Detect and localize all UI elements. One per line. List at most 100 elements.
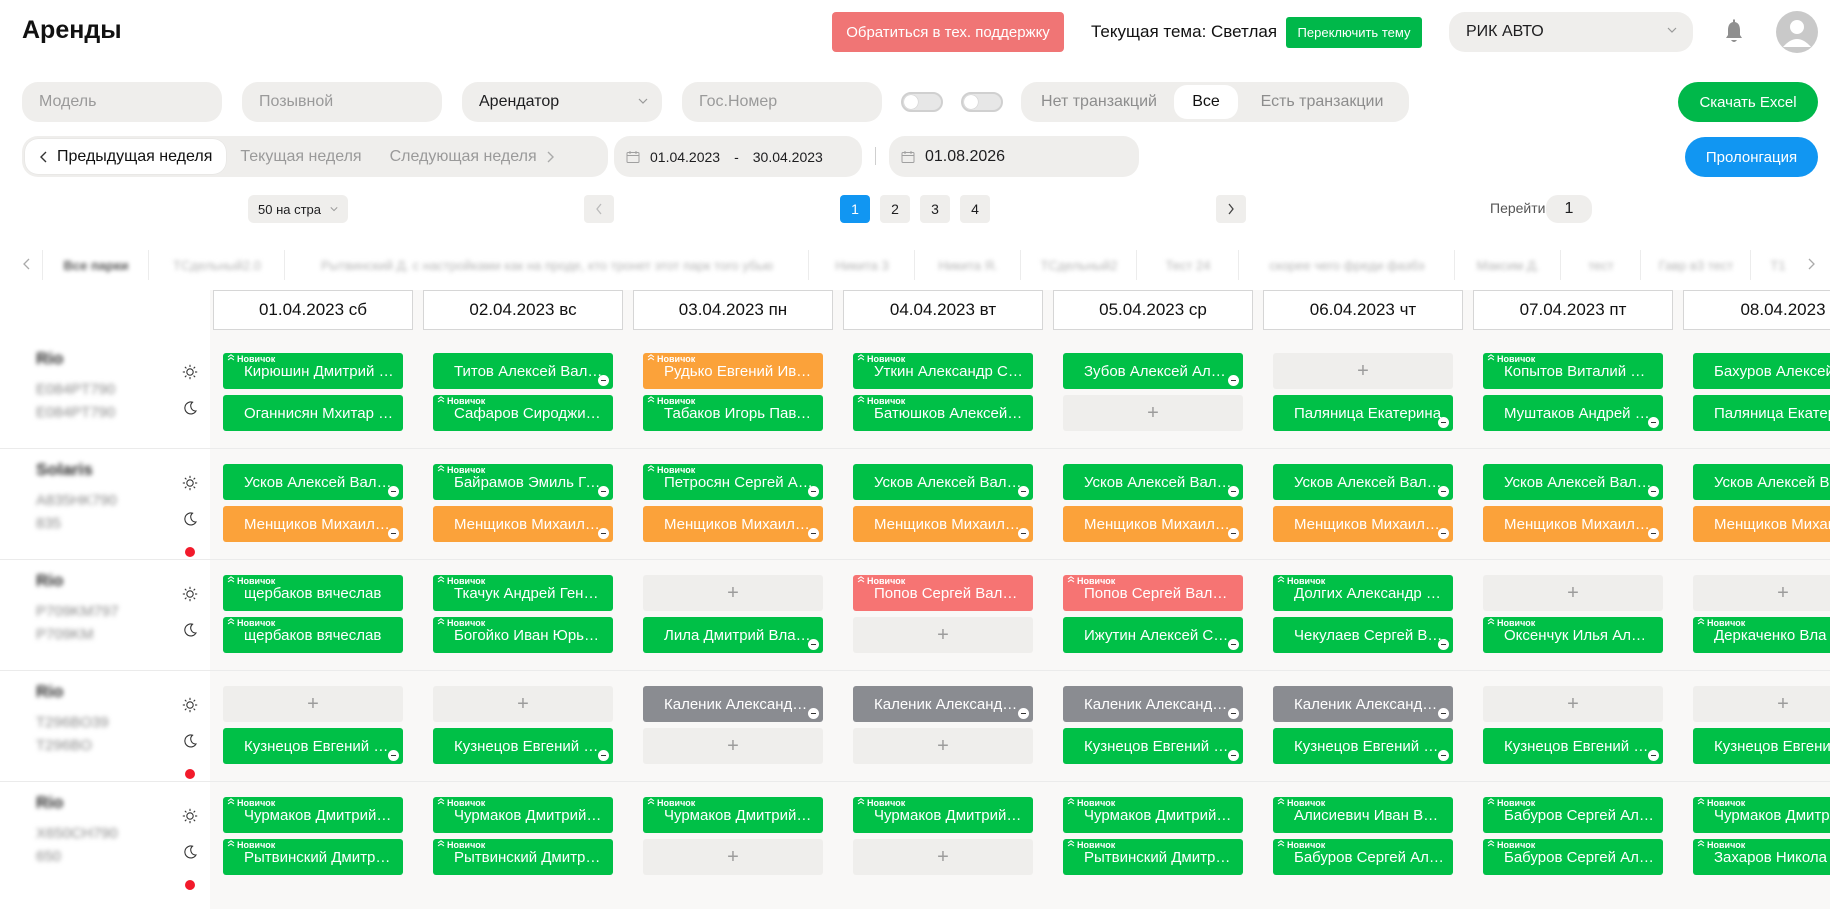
rental-cell[interactable]: Менщиков Михаил Сергеевич <box>1063 506 1243 542</box>
car-info[interactable]: Rio E084PT790 E084PT790 <box>36 349 176 421</box>
park-tab[interactable]: ТСдельный2 <box>1024 242 1134 288</box>
prev-page-button[interactable] <box>584 195 614 223</box>
add-rental-button[interactable]: + <box>853 839 1033 875</box>
rental-cell[interactable]: Оганнисян Мхитар Арменович <box>223 395 403 431</box>
next-page-button[interactable] <box>1216 195 1246 223</box>
park-tab[interactable]: Никита 3 <box>812 242 912 288</box>
minus-circle-icon[interactable] <box>1018 528 1029 539</box>
rental-cell[interactable]: Менщиков Михаил Сергеевич <box>643 506 823 542</box>
rental-cell[interactable]: Кузнецов Евгений Олегович <box>1483 728 1663 764</box>
rental-cell[interactable]: Усков Алексей Валерьевич <box>1273 464 1453 500</box>
rental-cell[interactable]: Каленик Александр Петрович <box>643 686 823 722</box>
prev-week-tab[interactable]: Предыдущая неделя <box>25 139 227 174</box>
rental-cell[interactable]: Кузнецов Евгений Олегович <box>433 728 613 764</box>
toggle-switch-2[interactable] <box>961 92 1003 112</box>
rental-cell[interactable]: Чекулаев Сергей Викторович <box>1273 617 1453 653</box>
add-rental-button[interactable]: + <box>1693 575 1830 611</box>
rental-cell[interactable]: НовичокКирюшин Дмитрий Александрович <box>223 353 403 389</box>
rental-cell[interactable]: Кузнецов Евгений Олегович <box>223 728 403 764</box>
rental-cell[interactable]: Новичок щербаков вячеслав <box>223 617 403 653</box>
car-info[interactable]: Rio X650CH790 650 <box>36 793 176 865</box>
rental-cell[interactable]: Менщиков Михаил Сергеевич <box>1273 506 1453 542</box>
rental-cell[interactable]: Новичок Богойко Иван Юрьевич <box>433 617 613 653</box>
rental-cell[interactable]: Менщиков Михаил <box>1693 506 1830 542</box>
rental-cell[interactable]: Усков Алексей Валерьевич <box>1483 464 1663 500</box>
add-rental-button[interactable]: + <box>223 686 403 722</box>
download-excel-button[interactable]: Скачать Excel <box>1678 82 1818 122</box>
minus-circle-icon[interactable] <box>598 375 609 386</box>
minus-circle-icon[interactable] <box>1438 528 1449 539</box>
rental-cell[interactable]: Паляница Екатерина <box>1693 395 1830 431</box>
add-rental-button[interactable]: + <box>1063 395 1243 431</box>
park-tab[interactable]: Рытвинский Д. с настройками как на проде… <box>288 242 806 288</box>
bell-icon[interactable] <box>1723 19 1745 45</box>
park-tab[interactable]: скорее чего фреди фазбэ <box>1242 242 1452 288</box>
toggle-switch-1[interactable] <box>901 92 943 112</box>
minus-circle-icon[interactable] <box>1438 708 1449 719</box>
rental-cell[interactable]: Усков Алексей В <box>1693 464 1830 500</box>
rental-cell[interactable]: Кузнецов Евгений <box>1693 728 1830 764</box>
minus-circle-icon[interactable] <box>808 486 819 497</box>
rental-cell[interactable]: Титов Алексей Валерьевич <box>433 353 613 389</box>
rental-cell[interactable]: НовичокОксенчук Илья Алексеевич <box>1483 617 1663 653</box>
add-rental-button[interactable]: + <box>1483 686 1663 722</box>
minus-circle-icon[interactable] <box>1648 486 1659 497</box>
rental-cell[interactable]: НовичокБайрамов Эмиль Гасанович <box>433 464 613 500</box>
per-page-select[interactable]: 50 на стра <box>248 195 348 223</box>
rental-cell[interactable]: НовичокРудько Евгений Иванович <box>643 353 823 389</box>
plate-input[interactable] <box>682 82 882 122</box>
car-info[interactable]: Solaris A835HK790 835 <box>36 460 176 532</box>
minus-circle-icon[interactable] <box>388 486 399 497</box>
park-tab[interactable]: тест <box>1564 242 1638 288</box>
add-rental-button[interactable]: + <box>1273 353 1453 389</box>
minus-circle-icon[interactable] <box>1018 486 1029 497</box>
minus-circle-icon[interactable] <box>598 528 609 539</box>
minus-circle-icon[interactable] <box>1228 708 1239 719</box>
rental-cell[interactable]: НовичокПетросян Сергей Арменович <box>643 464 823 500</box>
rental-cell[interactable]: Лила Дмитрий Владимирович <box>643 617 823 653</box>
minus-circle-icon[interactable] <box>1648 750 1659 761</box>
minus-circle-icon[interactable] <box>1648 528 1659 539</box>
rental-cell[interactable]: Зубов Алексей Александрович <box>1063 353 1243 389</box>
add-rental-button[interactable]: + <box>853 617 1033 653</box>
rental-cell[interactable]: НовичокТкачук Андрей Геннадьевич <box>433 575 613 611</box>
rental-cell[interactable]: НовичокЧурмаков Дмитрий Олегович <box>1063 797 1243 833</box>
add-rental-button[interactable]: + <box>433 686 613 722</box>
rental-cell[interactable]: Менщиков Михаил Сергеевич <box>1483 506 1663 542</box>
chevron-right-icon[interactable] <box>1806 257 1816 271</box>
rental-cell[interactable]: НовичокАлисиевич Иван Васильевич <box>1273 797 1453 833</box>
rental-cell[interactable]: НовичокБабуров Сергей Александрович <box>1273 839 1453 875</box>
minus-circle-icon[interactable] <box>1018 708 1029 719</box>
rental-cell[interactable]: Менщиков Михаил Сергеевич <box>853 506 1033 542</box>
rental-cell[interactable]: Кузнецов Евгений Олегович <box>1273 728 1453 764</box>
rental-cell[interactable]: НовичокДолгих Александр Сергеевич <box>1273 575 1453 611</box>
rental-cell[interactable]: НовичокБатюшков Алексей Иванович <box>853 395 1033 431</box>
minus-circle-icon[interactable] <box>1228 750 1239 761</box>
minus-circle-icon[interactable] <box>1228 375 1239 386</box>
rental-cell[interactable]: НовичокПопов Сергей Валерьевич <box>1063 575 1243 611</box>
park-tab[interactable]: Гавр в3 тест <box>1644 242 1748 288</box>
current-week-tab[interactable]: Текущая неделя <box>226 139 375 174</box>
transactions-all-option[interactable]: Все <box>1174 85 1238 119</box>
minus-circle-icon[interactable] <box>1228 639 1239 650</box>
minus-circle-icon[interactable] <box>1228 528 1239 539</box>
park-tab-all[interactable]: Все парки <box>46 242 146 288</box>
date-picker[interactable]: 01.08.2026 <box>889 136 1139 177</box>
rental-cell[interactable]: Каленик Александр Петрович <box>1063 686 1243 722</box>
rental-cell[interactable]: Каленик Александр Петрович <box>853 686 1033 722</box>
add-rental-button[interactable]: + <box>1693 686 1830 722</box>
chevron-left-icon[interactable] <box>22 257 32 271</box>
rental-cell[interactable]: Кузнецов Евгений Олегович <box>1063 728 1243 764</box>
minus-circle-icon[interactable] <box>388 528 399 539</box>
rental-cell[interactable]: Каленик Александр Петрович <box>1273 686 1453 722</box>
model-input[interactable] <box>22 82 222 122</box>
minus-circle-icon[interactable] <box>808 639 819 650</box>
rental-cell[interactable]: Усков Алексей Валерьевич <box>1063 464 1243 500</box>
minus-circle-icon[interactable] <box>1438 486 1449 497</box>
tenant-select[interactable]: Арендатор <box>462 82 662 122</box>
add-rental-button[interactable]: + <box>643 575 823 611</box>
goto-page-input[interactable]: 1 <box>1546 195 1592 223</box>
rental-cell[interactable]: Менщиков Михаил Сергеевич <box>223 506 403 542</box>
minus-circle-icon[interactable] <box>1648 417 1659 428</box>
park-tab[interactable]: ТСдельный2.0 <box>152 242 282 288</box>
